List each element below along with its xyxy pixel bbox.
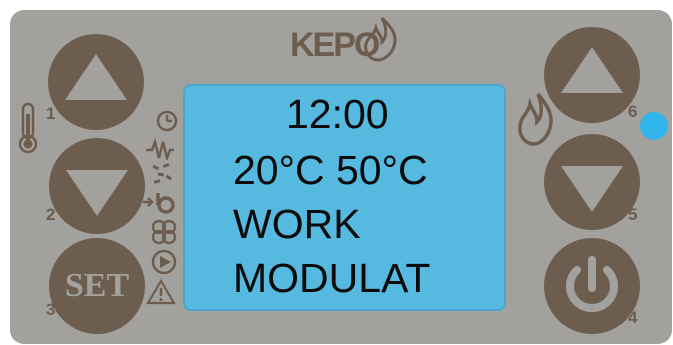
up-arrow-icon [65, 54, 127, 100]
down-button-right[interactable] [544, 134, 640, 230]
power-icon [566, 256, 618, 313]
fan-icon [151, 219, 177, 245]
button-number-1: 1 [46, 104, 56, 123]
lcd-display: 12:00 20°C 50°C WORK MODULAT [183, 84, 506, 311]
up-arrow-icon [561, 47, 623, 93]
warning-icon [146, 278, 176, 305]
set-button[interactable]: SET [49, 238, 145, 334]
up-button-left[interactable] [48, 34, 144, 130]
display-status: WORK [233, 201, 361, 247]
power-button[interactable] [544, 238, 640, 334]
thermometer-icon [18, 102, 38, 154]
button-number-2: 2 [46, 205, 56, 224]
button-number-3: 3 [46, 300, 56, 319]
logo-flame-icon [364, 16, 397, 62]
display-temperatures: 20°C 50°C [233, 147, 428, 193]
up-button-right[interactable] [544, 27, 640, 123]
set-button-label: SET [64, 267, 130, 304]
down-button-left[interactable] [49, 138, 145, 234]
down-arrow-icon [561, 166, 623, 212]
display-time: 12:00 [286, 91, 389, 137]
play-icon [151, 249, 177, 275]
kepo-logo: KEPO [290, 16, 400, 62]
button-number-6: 6 [628, 102, 638, 121]
pump-icon [143, 193, 175, 214]
down-arrow-icon [66, 170, 128, 216]
heater-icon [146, 138, 174, 160]
status-led [640, 112, 668, 140]
button-number-4: 4 [628, 308, 638, 327]
button-number-5: 5 [628, 205, 638, 224]
display-mode: MODULAT [233, 255, 431, 301]
pellet-icon [152, 163, 173, 184]
clock-icon [156, 110, 178, 132]
